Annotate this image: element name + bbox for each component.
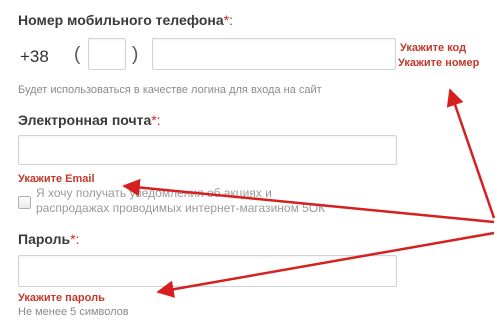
arrow-to-email-error xyxy=(122,178,495,224)
arrow-to-password-error xyxy=(156,231,495,298)
annotation-arrows xyxy=(122,88,496,298)
arrow-to-phone-error xyxy=(446,88,496,219)
